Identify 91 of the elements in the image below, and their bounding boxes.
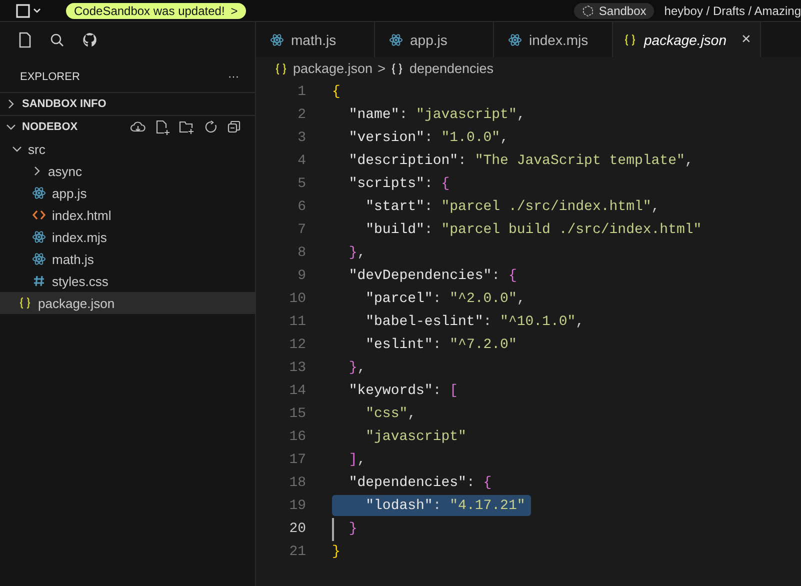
curly-braces-icon: [18, 296, 32, 310]
line-number: 9: [296, 268, 306, 284]
code-line: "eslint": "^7.2.0": [364, 336, 517, 354]
breadcrumb-item[interactable]: package.json: [293, 61, 373, 76]
atom-icon: [389, 32, 403, 46]
line-number: 7: [296, 222, 306, 238]
line-number: 8: [296, 244, 306, 260]
atom-icon: [508, 32, 522, 46]
code-line: "name": "javascript",: [348, 106, 526, 124]
file-item[interactable]: app.js: [0, 182, 255, 204]
code-line: "javascript": [364, 428, 466, 446]
sandbox-chip[interactable]: Sandbox: [574, 2, 654, 18]
code-line: },: [348, 358, 366, 378]
curly-braces-icon: [274, 62, 288, 76]
code-line: ],: [348, 450, 366, 470]
line-number: 2: [296, 106, 306, 122]
collapse-icon[interactable]: [227, 120, 241, 134]
code-line: }: [332, 542, 340, 562]
line-number: 6: [296, 198, 306, 214]
chevron-icon[interactable]: [32, 166, 42, 176]
notice-text: CodeSandbox was updated!: [74, 4, 225, 18]
notice-arrow: >: [230, 4, 238, 18]
code-line: },: [348, 244, 366, 262]
breadcrumb-item[interactable]: dependencies: [409, 61, 494, 76]
code-line: "start": "parcel ./src/index.html",: [364, 198, 660, 216]
atom-icon: [270, 32, 284, 46]
atom-icon: [32, 186, 46, 200]
code-line: "build": "parcel build ./src/index.html": [364, 220, 702, 240]
text-cursor: [332, 518, 334, 541]
new-file-icon[interactable]: [155, 120, 170, 134]
line-number: 18: [288, 474, 306, 490]
line-number: 3: [296, 130, 306, 146]
line-number: 15: [288, 406, 306, 422]
code-line: "babel-eslint": "^10.1.0",: [364, 312, 584, 332]
window-icon[interactable]: [16, 4, 42, 18]
code-line: "css",: [364, 404, 416, 424]
refresh-icon[interactable]: [204, 120, 218, 134]
section-header[interactable]: NODEBOX: [0, 116, 78, 138]
line-number: 10: [288, 290, 306, 306]
line-number: 14: [288, 382, 306, 398]
line-number: 1: [296, 84, 306, 100]
cube-icon: [582, 4, 594, 16]
line-number: 11: [288, 314, 306, 330]
code-line: "parcel": "^2.0.0",: [364, 290, 526, 308]
curly-braces-icon: [623, 32, 637, 46]
line-number: 5: [296, 176, 306, 192]
code-line: }: [332, 518, 358, 539]
chevron-icon[interactable]: [6, 99, 16, 109]
breadcrumb-path: heyboy / Drafts / Amazing: [664, 4, 801, 18]
close-button[interactable]: ×: [742, 30, 751, 48]
cloud-icon[interactable]: [130, 120, 146, 134]
update-notice[interactable]: CodeSandbox was updated! >: [66, 2, 246, 18]
file-item[interactable]: styles.css: [0, 270, 255, 292]
atom-icon: [32, 252, 46, 266]
chevron-icon[interactable]: [12, 144, 22, 154]
chevron-icon[interactable]: [6, 122, 16, 132]
line-number: 16: [288, 428, 306, 444]
cat-icon[interactable]: [82, 32, 98, 48]
code-line: "dependencies": {: [348, 474, 492, 492]
file-item[interactable]: math.js: [0, 248, 255, 270]
atom-icon: [32, 230, 46, 244]
file-item[interactable]: index.mjs: [0, 226, 255, 248]
line-number: 12: [288, 336, 306, 352]
line-number: 17: [288, 452, 306, 468]
code-line: "description": "The JavaScript template",: [348, 152, 694, 170]
folder-item[interactable]: async: [0, 160, 255, 182]
line-number: 4: [296, 152, 306, 168]
folder-item[interactable]: src: [0, 138, 255, 160]
file-item[interactable]: package.json: [0, 292, 255, 314]
line-number: 20: [288, 520, 306, 536]
code-line: {: [332, 82, 340, 102]
explorer-title: EXPLORER: [20, 71, 80, 83]
search-icon[interactable]: [50, 32, 64, 46]
new-folder-icon[interactable]: [179, 120, 195, 134]
code-brackets-icon: [32, 208, 46, 222]
curly-braces-icon: [390, 62, 404, 76]
code-line: "keywords": [: [348, 382, 458, 400]
line-number: 19: [288, 498, 306, 514]
breadcrumb-separator: >: [378, 61, 386, 76]
file-item[interactable]: index.html: [0, 204, 255, 226]
editor-tab[interactable]: package.json ×: [613, 22, 761, 57]
line-number: 21: [288, 544, 306, 560]
section-header[interactable]: SANDBOX INFO: [0, 93, 106, 115]
code-line: "version": "1.0.0",: [348, 128, 508, 148]
more-button[interactable]: ···: [228, 71, 239, 83]
file-icon[interactable]: [18, 32, 32, 48]
code-line: "devDependencies": {: [348, 266, 517, 286]
line-number: 13: [288, 360, 306, 376]
chip-label: Sandbox: [598, 4, 646, 18]
hash-icon: [32, 274, 46, 288]
code-line: "scripts": {: [348, 174, 450, 194]
